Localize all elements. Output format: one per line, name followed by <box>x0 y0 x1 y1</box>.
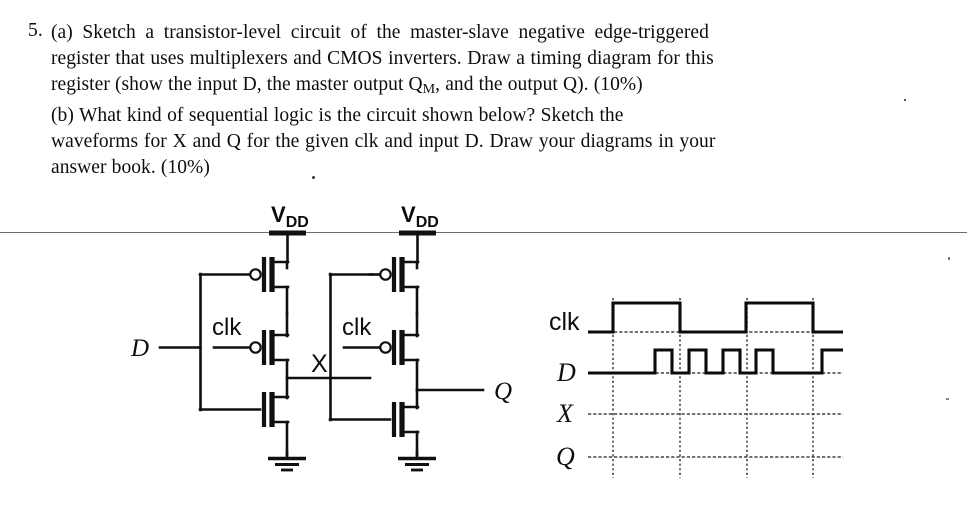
question-line-6: answer book. (10%) <box>51 157 210 179</box>
question-line-4: (b) What kind of sequential logic is the… <box>51 104 624 126</box>
timing-diagram: clk D X Q <box>549 298 843 478</box>
q-subscript-m: M <box>422 81 436 98</box>
pmos-inversion-bubble <box>249 268 262 281</box>
vdd-label-1: VDD <box>271 202 309 231</box>
node-label-x: X <box>311 350 328 378</box>
pmos-top-stage1 <box>198 257 290 316</box>
timing-label-x: X <box>556 399 574 428</box>
scan-artifact-dot <box>904 99 906 101</box>
timing-label-q: Q <box>556 442 575 471</box>
figure-area: VDD clk D X VDD clk Q clk D X Q <box>0 198 967 527</box>
clk-label-2: clk <box>342 314 372 341</box>
waveform-d <box>588 348 843 375</box>
circuit-and-timing-figure: VDD clk D X VDD clk Q clk D X Q <box>0 202 967 478</box>
pmos-inversion-bubble <box>249 341 262 354</box>
circuit-stage-2: VDD clk Q <box>328 202 512 472</box>
timing-label-d: D <box>556 358 576 387</box>
input-label-d: D <box>130 335 149 362</box>
scan-artifact-dot <box>312 176 315 179</box>
pmos-inversion-bubble <box>379 341 392 354</box>
clk-label-1: clk <box>212 314 242 341</box>
question-line-1: (a) Sketch a transistor-level circuit of… <box>51 22 709 43</box>
waveform-clk <box>588 301 843 334</box>
ground-symbol-2 <box>398 450 436 472</box>
d-input-net <box>158 272 202 412</box>
question-line-3-pre: register (show the input D, the master o… <box>51 74 423 96</box>
page-root: 5. (a) Sketch a transistor-level circuit… <box>0 0 967 527</box>
vdd-subscript: DD <box>416 214 439 231</box>
output-label-q: Q <box>494 378 512 405</box>
ground-symbol-1 <box>268 450 306 472</box>
question-text-block: 5. (a) Sketch a transistor-level circuit… <box>0 8 967 198</box>
timing-label-clk: clk <box>549 308 580 336</box>
question-line-5: waveforms for X and Q for the given clk … <box>51 130 716 152</box>
question-line-3: register (show the input D, the master o… <box>51 72 921 102</box>
circuit-stage-1: VDD clk D X <box>130 202 372 472</box>
vdd-label-2: VDD <box>401 202 439 231</box>
pmos-inversion-bubble <box>379 268 392 281</box>
pmos-top-stage2 <box>368 257 420 316</box>
question-line-2: register that uses multiplexers and CMOS… <box>51 48 714 70</box>
question-body: (a) Sketch a transistor-level circuit of… <box>51 20 921 181</box>
nmos-bottom-stage1 <box>198 376 290 457</box>
question-line-3-post: , and the output Q). (10%) <box>435 74 643 96</box>
vdd-subscript: DD <box>286 214 309 231</box>
nmos-bottom-stage2 <box>328 388 420 457</box>
question-number: 5. <box>28 20 43 41</box>
